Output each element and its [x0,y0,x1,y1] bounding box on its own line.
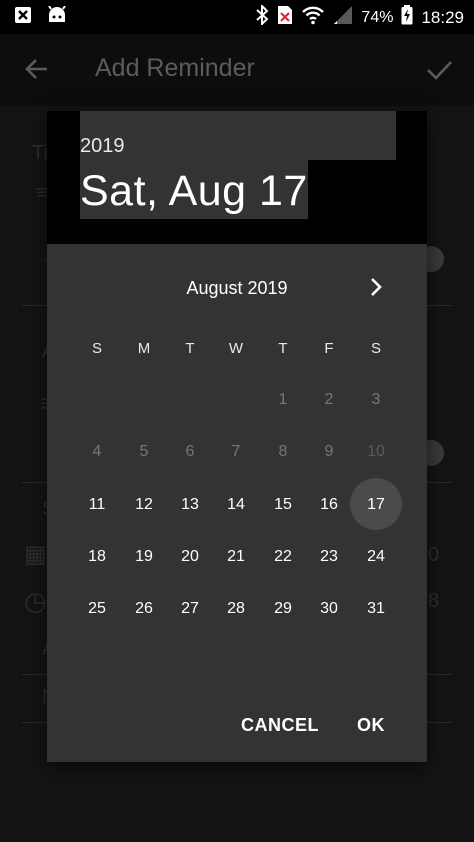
bg-label-title: Ti [32,142,48,164]
calendar-day: 5 [139,443,149,460]
calendar-day: 10 [367,443,385,460]
calendar-icon: ▦ [24,541,47,568]
calendar-day[interactable]: 30 [306,600,352,618]
header-selected-date[interactable]: Sat, Aug 17 [80,167,308,216]
calendar-day[interactable]: 20 [167,548,213,566]
bg-value-0: 0 [428,544,440,566]
calendar-day[interactable]: 12 [121,496,167,514]
alarm-icon: ◷ [24,586,47,616]
calendar-day[interactable]: 11 [74,496,120,514]
calendar-day[interactable]: 18 [74,548,120,566]
weekday-label: T [185,340,195,357]
calendar-day[interactable]: 16 [306,496,352,514]
check-icon[interactable] [424,54,454,84]
calendar-day[interactable]: 26 [121,600,167,618]
calendar-day: 9 [324,443,334,460]
calendar-day: 3 [371,391,381,408]
weekday-label: T [278,340,288,357]
calendar-day: 4 [92,443,102,460]
android-icon [46,5,68,29]
weekday-label: F [324,340,334,357]
calendar-day[interactable]: 19 [121,548,167,566]
calendar-day[interactable]: 22 [260,548,306,566]
calendar-day[interactable]: 28 [213,600,259,618]
signal-icon [333,5,353,30]
x-notification-icon [14,6,32,29]
chevron-right-icon[interactable] [364,275,388,299]
header-year[interactable]: 2019 [80,135,125,158]
calendar-day[interactable]: 27 [167,600,213,618]
ok-button[interactable]: OK [357,715,385,736]
weekday-label: M [137,340,151,357]
calendar-day[interactable]: 21 [213,548,259,566]
weekday-label: W [228,340,244,357]
list-icon: ≡ [36,182,48,204]
calendar-day: 6 [185,443,195,460]
status-bar: 74% 18:29 [0,0,474,34]
calendar-day[interactable]: 23 [306,548,352,566]
sim-off-icon [277,5,293,30]
wifi-icon [301,5,325,30]
date-picker-dialog: 2019 Sat, Aug 17 August 2019 S M T W T F… [47,111,427,762]
page-title: Add Reminder [95,54,255,82]
calendar-day: 7 [231,443,241,460]
battery-charging-icon [401,5,413,30]
calendar-day: 2 [324,391,334,408]
app-bar: Add Reminder [0,34,474,106]
calendar-day[interactable]: 29 [260,600,306,618]
calendar-day[interactable]: 15 [260,496,306,514]
arrow-back-icon[interactable] [22,54,52,84]
calendar-day[interactable]: 13 [167,496,213,514]
bg-value-8: 8 [428,590,440,612]
date-picker-header: 2019 Sat, Aug 17 [47,111,427,244]
calendar-day-selected[interactable]: 17 [353,496,399,514]
weekday-label: S [91,340,102,357]
calendar-day[interactable]: 14 [213,496,259,514]
calendar-day[interactable]: 25 [74,600,120,618]
bluetooth-icon [255,3,269,30]
calendar-day[interactable]: 24 [353,548,399,566]
cancel-button[interactable]: CANCEL [241,715,319,736]
clock-time: 18:29 [421,7,464,27]
calendar-day: 1 [278,391,288,408]
calendar-day[interactable]: 31 [353,600,399,618]
battery-percent: 74% [361,8,394,26]
weekday-label: S [370,340,381,357]
calendar-day: 8 [278,443,288,460]
